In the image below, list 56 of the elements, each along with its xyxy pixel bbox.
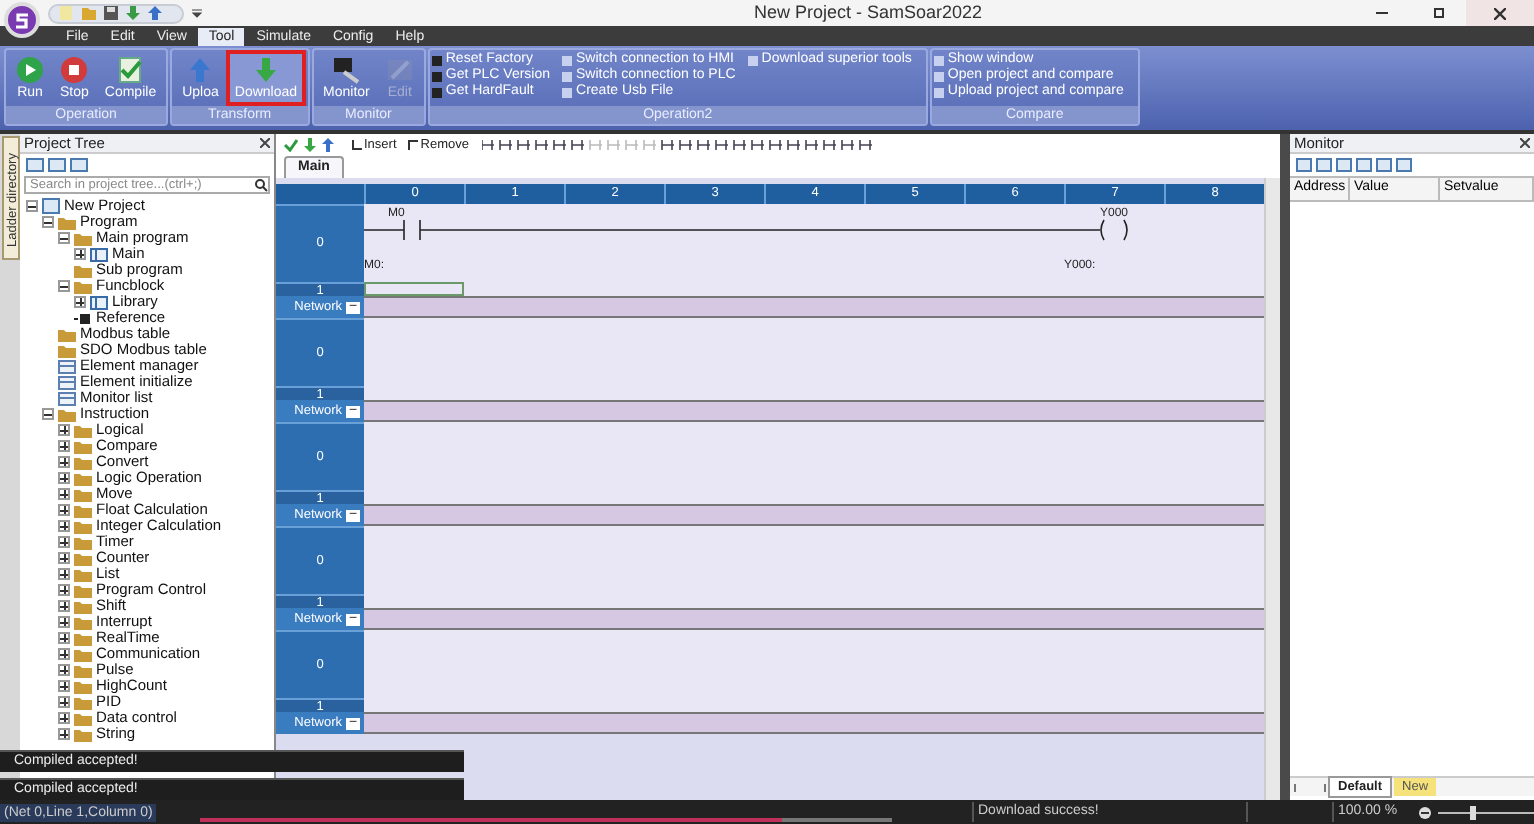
up-arrow-icon[interactable] <box>322 138 334 152</box>
project-icon <box>42 198 60 214</box>
down-arrow-icon[interactable] <box>304 138 316 152</box>
grid-icon <box>90 247 108 261</box>
expand-toggle[interactable] <box>58 536 70 548</box>
collapse-toggle[interactable] <box>58 280 70 292</box>
expand-toggle[interactable] <box>58 616 70 628</box>
expand-toggle[interactable] <box>58 520 70 532</box>
close-icon[interactable] <box>260 138 270 148</box>
collapse-toggle[interactable] <box>42 408 54 420</box>
expand-toggle[interactable] <box>74 248 86 260</box>
up-arrow-icon <box>186 55 215 83</box>
collapse-toggle[interactable] <box>42 216 54 228</box>
close-icon <box>1494 7 1506 19</box>
expand-toggle[interactable] <box>58 552 70 564</box>
stop-icon <box>60 55 89 83</box>
close-icon[interactable] <box>1520 138 1530 148</box>
up-arrow-icon[interactable] <box>148 6 162 20</box>
expand-toggle[interactable] <box>58 584 70 596</box>
expand-toggle[interactable] <box>58 664 70 676</box>
search-icon[interactable] <box>254 178 268 192</box>
expand-toggle[interactable] <box>58 488 70 500</box>
expand-toggle[interactable] <box>58 648 70 660</box>
check-icon[interactable] <box>284 138 298 152</box>
expand-toggle[interactable] <box>58 712 70 724</box>
collapse-toggle[interactable] <box>26 200 38 212</box>
dropdown-icon[interactable] <box>192 8 202 18</box>
down-arrow-icon[interactable] <box>126 6 140 20</box>
expand-toggle[interactable] <box>58 600 70 612</box>
expand-toggle[interactable] <box>58 680 70 692</box>
play-icon <box>16 55 44 83</box>
scrollbar[interactable] <box>1264 178 1280 800</box>
close-button[interactable] <box>1466 0 1534 26</box>
slider-thumb[interactable] <box>1470 805 1477 819</box>
collapse-toggle[interactable] <box>58 232 70 244</box>
grid-icon <box>90 295 108 309</box>
command-icon <box>747 55 758 65</box>
expand-toggle[interactable] <box>58 696 70 708</box>
save-icon[interactable] <box>104 6 118 20</box>
monitor-icon <box>332 55 361 83</box>
zoom-out-icon[interactable] <box>1417 805 1432 819</box>
expand-toggle[interactable] <box>58 728 70 740</box>
reference-icon <box>74 311 92 325</box>
expand-toggle[interactable] <box>58 504 70 516</box>
app-logo[interactable] <box>4 2 40 38</box>
down-arrow-icon <box>251 55 280 83</box>
checklist-icon <box>116 55 145 83</box>
window-title: New Project - SamSoar2022 <box>753 0 983 26</box>
expand-toggle[interactable] <box>58 440 70 452</box>
expand-toggle[interactable] <box>58 472 70 484</box>
pencil-icon <box>385 55 414 83</box>
expand-toggle[interactable] <box>58 568 70 580</box>
expand-toggle[interactable] <box>74 296 86 308</box>
expand-toggle[interactable] <box>58 456 70 468</box>
expand-toggle[interactable] <box>58 632 70 644</box>
expand-toggle[interactable] <box>58 424 70 436</box>
